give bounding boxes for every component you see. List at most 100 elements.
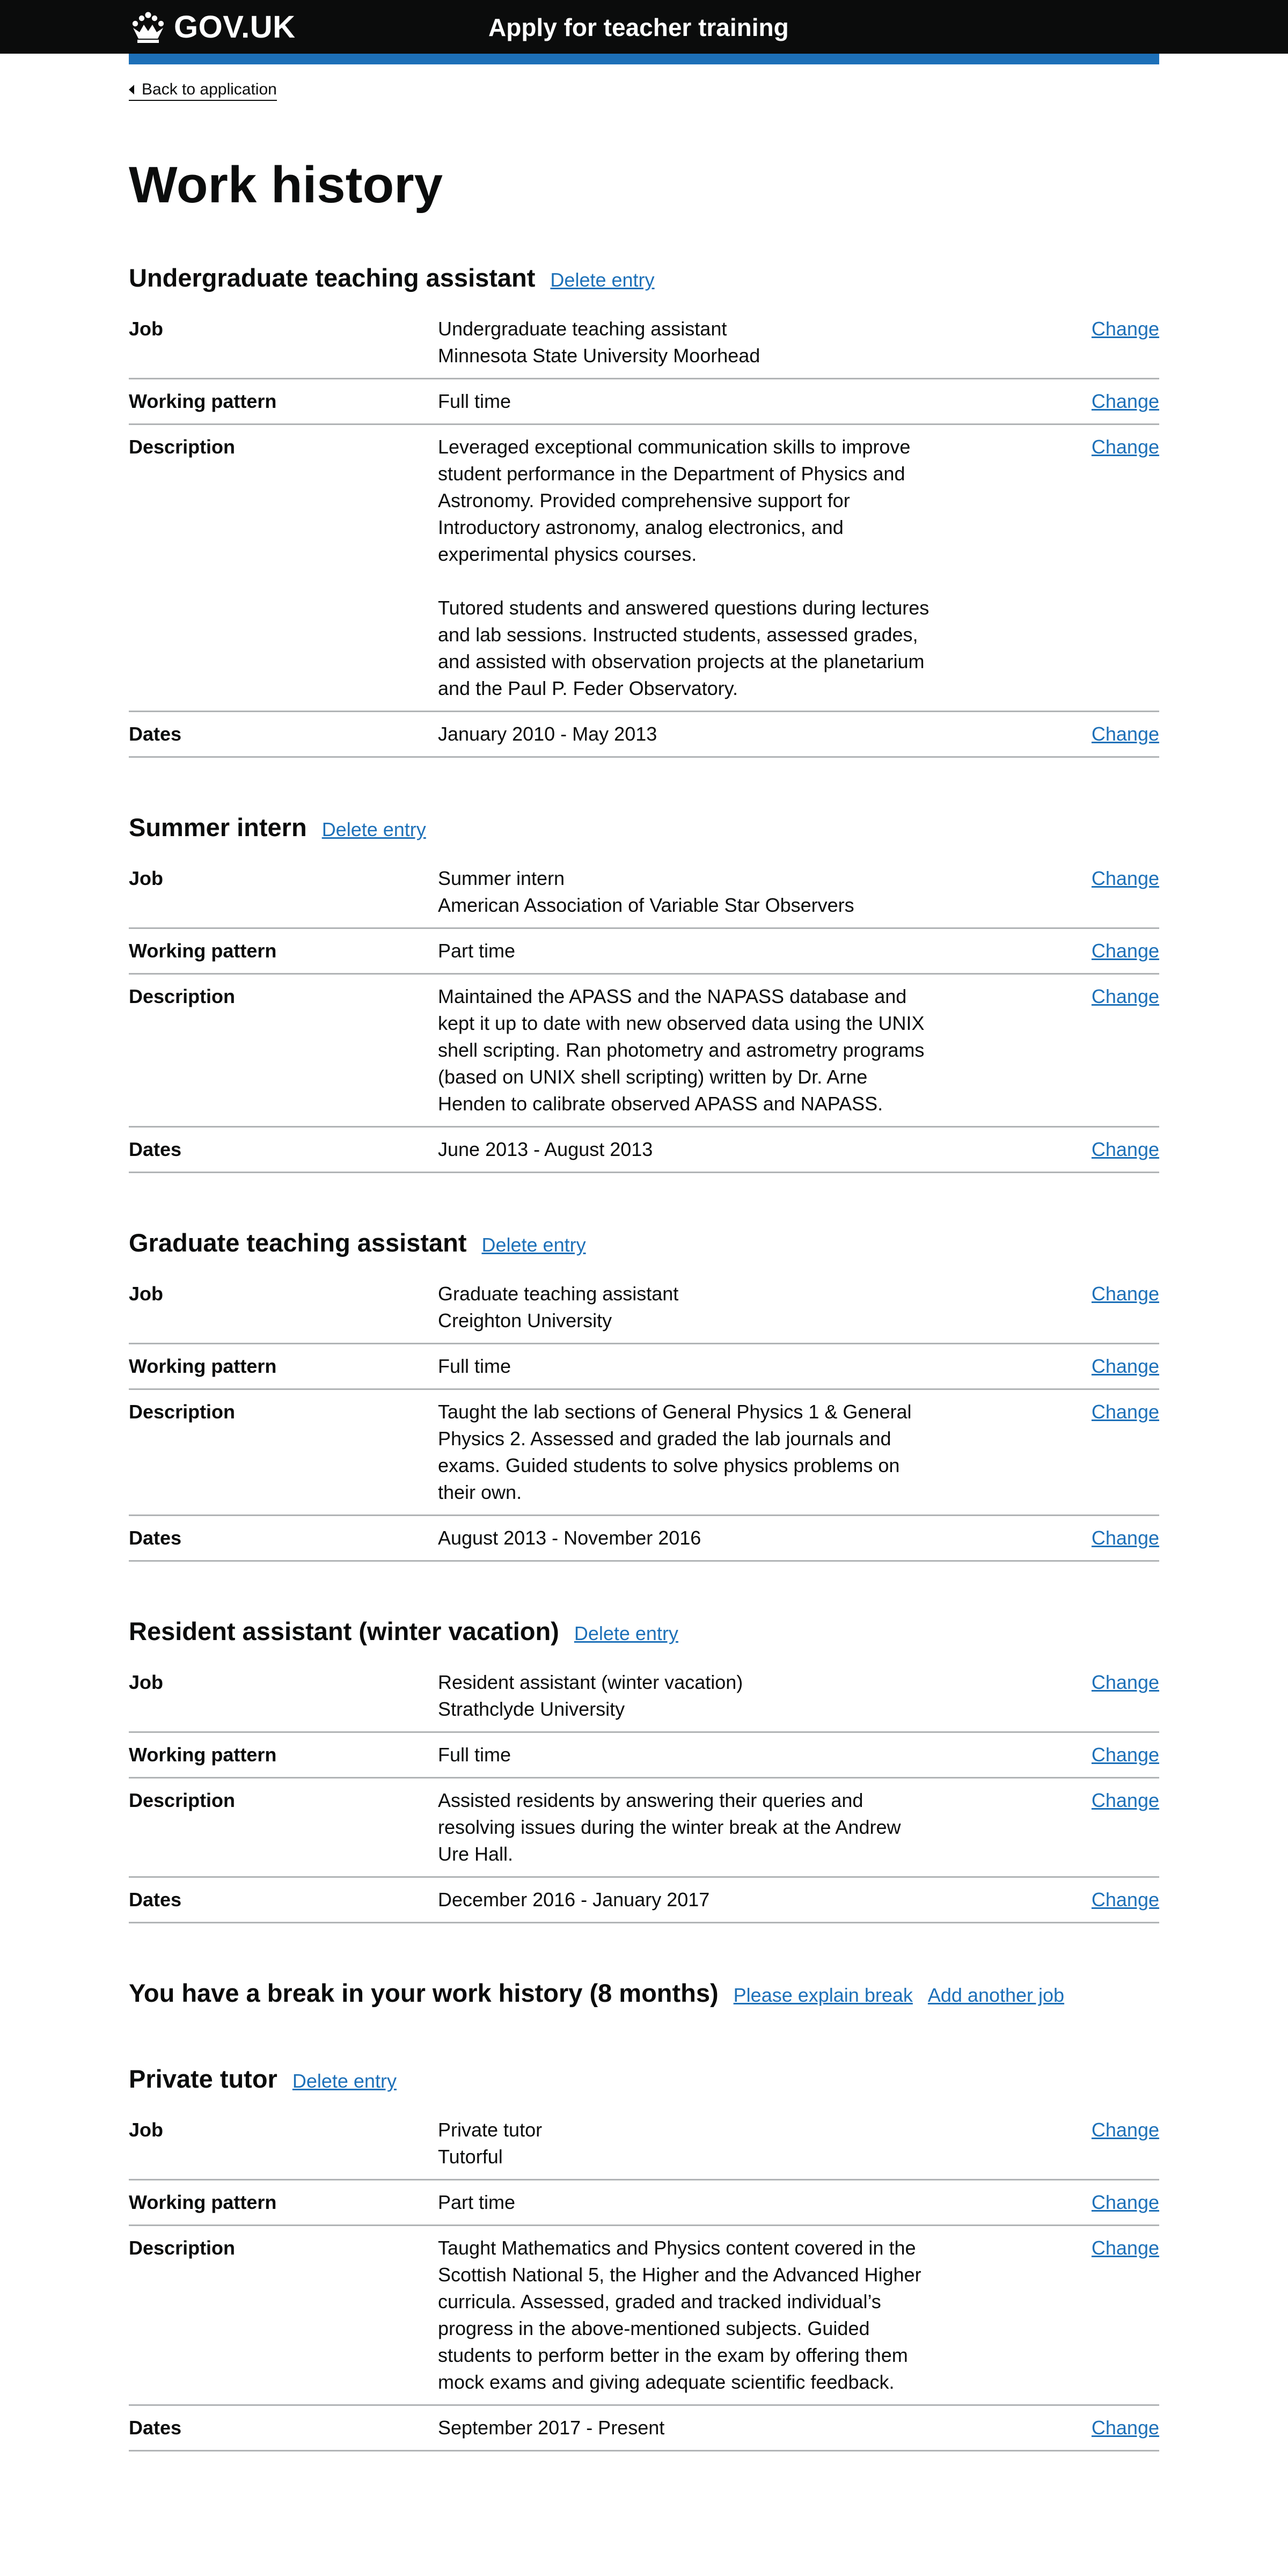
delete-entry-link[interactable]: Delete entry — [322, 818, 426, 841]
change-link[interactable]: Change — [1092, 1401, 1159, 1423]
entry-heading: Summer intern Delete entry — [129, 811, 1159, 844]
back-link-label: Back to application — [142, 80, 277, 98]
summary-key: Job — [129, 867, 164, 889]
change-link[interactable]: Change — [1092, 436, 1159, 458]
summary-value: Part time — [438, 940, 516, 962]
delete-entry-link[interactable]: Delete entry — [481, 1234, 586, 1256]
change-link[interactable]: Change — [1092, 2119, 1159, 2141]
summary-action: Change — [932, 434, 1159, 702]
change-link[interactable]: Change — [1092, 2191, 1159, 2213]
add-another-job-link[interactable]: Add another job — [928, 1984, 1064, 2007]
summary-key: Description — [129, 436, 236, 458]
summary-action: Change — [932, 1353, 1159, 1380]
summary-action: Change — [932, 1741, 1159, 1768]
summary-row-dates: Dates September 2017 - Present Change — [129, 2406, 1159, 2451]
summary-row-description: Description Taught Mathematics and Physic… — [129, 2226, 1159, 2406]
entry-title: Summer intern — [129, 813, 307, 841]
delete-entry-link[interactable]: Delete entry — [574, 1622, 678, 1645]
summary-key: Working pattern — [129, 1744, 277, 1766]
summary-list: Job Graduate teaching assistant Creighton… — [129, 1272, 1159, 1562]
summary-value: Full time — [438, 390, 511, 412]
summary-value: Full time — [438, 1744, 511, 1766]
summary-value: Private tutor Tutorful — [438, 2119, 543, 2168]
change-link[interactable]: Change — [1092, 867, 1159, 889]
summary-action: Change — [932, 865, 1159, 919]
summary-action: Change — [932, 721, 1159, 748]
entry-title: Private tutor — [129, 2065, 277, 2093]
entry-title: Graduate teaching assistant — [129, 1228, 467, 1257]
summary-row-job: Job Summer intern American Association of… — [129, 857, 1159, 929]
entry-heading: Graduate teaching assistant Delete entry — [129, 1227, 1159, 1259]
summary-key: Description — [129, 1789, 236, 1811]
summary-row-working-pattern: Working pattern Full time Change — [129, 379, 1159, 425]
change-link[interactable]: Change — [1092, 390, 1159, 412]
govuk-logo[interactable]: GOV.UK — [129, 9, 296, 45]
change-link[interactable]: Change — [1092, 723, 1159, 745]
work-break-section: You have a break in your work history (8… — [129, 1977, 1159, 2009]
change-link[interactable]: Change — [1092, 1671, 1159, 1693]
summary-list: Job Undergraduate teaching assistant Minn… — [129, 307, 1159, 758]
change-link[interactable]: Change — [1092, 2417, 1159, 2439]
summary-row-job: Job Graduate teaching assistant Creighton… — [129, 1272, 1159, 1344]
summary-row-description: Description Taught the lab sections of Ge… — [129, 1390, 1159, 1516]
change-link[interactable]: Change — [1092, 985, 1159, 1007]
summary-action: Change — [932, 2117, 1159, 2170]
summary-value: Assisted residents by answering their qu… — [438, 1789, 901, 1865]
summary-value: Summer intern American Association of Va… — [438, 867, 854, 916]
change-link[interactable]: Change — [1092, 1527, 1159, 1549]
change-link[interactable]: Change — [1092, 1789, 1159, 1811]
service-name-link[interactable]: Apply for teacher training — [488, 13, 789, 42]
summary-action: Change — [932, 1399, 1159, 1506]
summary-value: December 2016 - January 2017 — [438, 1889, 710, 1911]
summary-value: September 2017 - Present — [438, 2417, 665, 2439]
summary-row-dates: Dates June 2013 - August 2013 Change — [129, 1128, 1159, 1173]
change-link[interactable]: Change — [1092, 318, 1159, 340]
header-blue-bar — [129, 54, 1159, 64]
summary-key: Description — [129, 985, 236, 1007]
delete-entry-link[interactable]: Delete entry — [550, 269, 654, 291]
summary-row-description: Description Maintained the APASS and the … — [129, 975, 1159, 1128]
chevron-left-icon — [129, 85, 134, 94]
entry-heading: Resident assistant (winter vacation) Dele… — [129, 1615, 1159, 1648]
summary-list: Job Resident assistant (winter vacation) … — [129, 1660, 1159, 1923]
header-inner: GOV.UK Apply for teacher training — [129, 0, 1159, 54]
change-link[interactable]: Change — [1092, 2237, 1159, 2259]
change-link[interactable]: Change — [1092, 940, 1159, 962]
summary-key: Job — [129, 1671, 164, 1693]
summary-key: Description — [129, 1401, 236, 1423]
work-history-entry: Summer intern Delete entry Job Summer inter… — [129, 811, 1159, 1173]
change-link[interactable]: Change — [1092, 1138, 1159, 1160]
work-history-entry: Undergraduate teaching assistant Delete e… — [129, 262, 1159, 758]
summary-action: Change — [932, 1669, 1159, 1723]
summary-row-description: Description Leveraged exceptional communi… — [129, 425, 1159, 712]
site-header: GOV.UK Apply for teacher training — [0, 0, 1288, 54]
summary-key: Dates — [129, 1889, 182, 1911]
logo-text: GOV.UK — [174, 9, 296, 45]
back-link[interactable]: Back to application — [129, 79, 277, 101]
summary-value: Taught Mathematics and Physics content c… — [438, 2237, 921, 2393]
change-link[interactable]: Change — [1092, 1889, 1159, 1911]
main-content: Back to application Work history Undergr… — [129, 64, 1159, 2451]
summary-key: Description — [129, 2237, 236, 2259]
change-link[interactable]: Change — [1092, 1355, 1159, 1377]
change-link[interactable]: Change — [1092, 1744, 1159, 1766]
summary-row-job: Job Private tutor Tutorful Change — [129, 2108, 1159, 2180]
summary-value: Resident assistant (winter vacation) Str… — [438, 1671, 743, 1720]
summary-action: Change — [932, 2189, 1159, 2216]
page-title: Work history — [129, 156, 443, 214]
summary-action: Change — [932, 2414, 1159, 2441]
change-link[interactable]: Change — [1092, 1283, 1159, 1305]
explain-break-link[interactable]: Please explain break — [734, 1984, 913, 2007]
summary-action: Change — [932, 388, 1159, 415]
summary-value: June 2013 - August 2013 — [438, 1138, 653, 1160]
summary-row-job: Job Resident assistant (winter vacation) … — [129, 1660, 1159, 1733]
summary-action: Change — [932, 2235, 1159, 2396]
summary-value: August 2013 - November 2016 — [438, 1527, 701, 1549]
summary-action: Change — [932, 1787, 1159, 1868]
work-history-entries-after-break: Private tutor Delete entry Job Private tuto… — [129, 2063, 1159, 2451]
summary-value: Part time — [438, 2191, 516, 2213]
summary-key: Job — [129, 318, 164, 340]
summary-action: Change — [932, 1525, 1159, 1552]
delete-entry-link[interactable]: Delete entry — [292, 2070, 397, 2092]
summary-list: Job Private tutor Tutorful Change Working p… — [129, 2108, 1159, 2451]
